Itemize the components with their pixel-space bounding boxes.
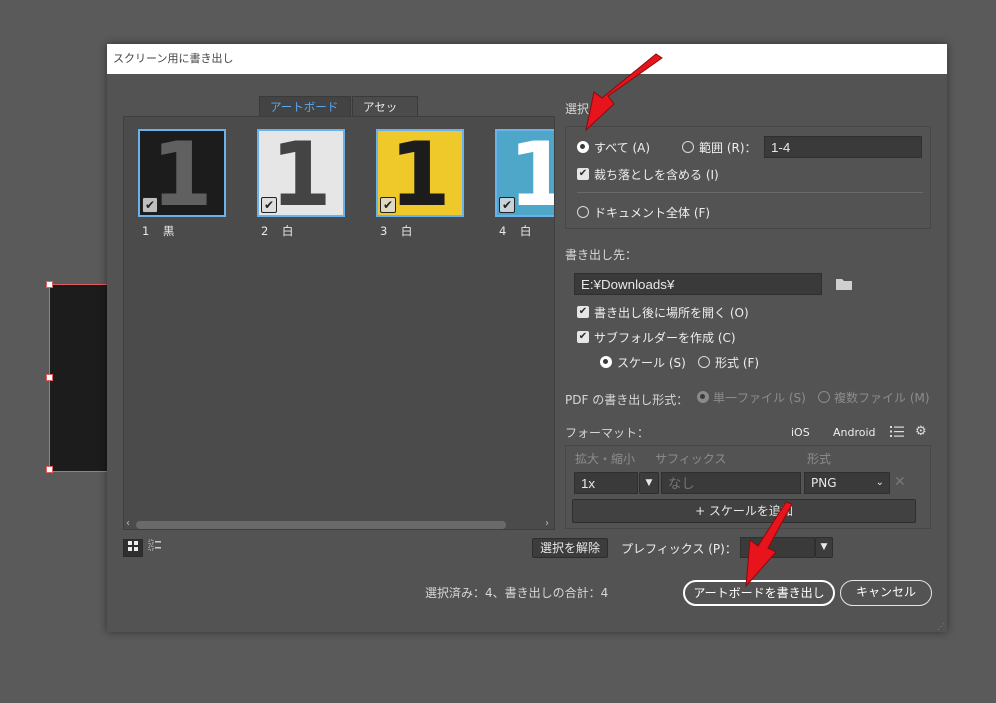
format-select[interactable]: PNG ⌄ [804,472,890,494]
artboard-checkbox[interactable]: ✔ [261,197,277,213]
full-document-label[interactable]: ドキュメント全体 (F) [594,204,710,221]
artboard-thumbnail-panel: 1 ✔ 1 黒 1 ✔ 2 白 1 ✔ 3 白 1 ✔ 4 白 ‹ › [123,116,555,530]
radio-range[interactable] [682,141,694,153]
suffix-input[interactable] [661,472,801,494]
folder-icon[interactable] [835,277,853,294]
open-after-checkbox[interactable]: ✔ [577,306,589,318]
gear-icon[interactable]: ⚙ [915,424,927,439]
artboard-checkbox[interactable]: ✔ [499,197,515,213]
artboard-label: 3 白 [380,224,414,238]
column-scale: 拡大・縮小 [575,452,636,466]
artboard-checkbox[interactable]: ✔ [142,197,158,213]
artboard-checkbox[interactable]: ✔ [380,197,396,213]
add-scale-button[interactable]: + スケールを追加 [572,499,916,523]
deselect-button[interactable]: 選択を解除 [532,538,608,558]
radio-format-label[interactable]: 形式 (F) [715,354,759,371]
tab-artboards[interactable]: アートボード [259,96,351,116]
open-after-label[interactable]: 書き出し後に場所を開く (O) [594,304,749,321]
grid-view-icon[interactable] [123,539,143,557]
resize-grip-icon[interactable]: ⋰ [937,622,945,631]
single-file-label[interactable]: 単一ファイル (S) [713,389,806,406]
export-to-heading: 書き出し先： [565,248,638,262]
tab-assets[interactable]: アセット [352,96,418,134]
prefix-dropdown-button[interactable]: ▼ [815,537,833,558]
android-preset-button[interactable]: Android [833,426,876,439]
artboard-thumbnail[interactable]: 1 ✔ [376,129,464,217]
divider [577,192,923,193]
artboard-thumbnail[interactable]: 1 ✔ [138,129,226,217]
radio-multiple-files[interactable] [818,391,830,403]
radio-all[interactable] [577,141,589,153]
column-format: 形式 [807,452,832,466]
export-for-screens-dialog: スクリーン用に書き出し アートボード アセット 1 ✔ 1 黒 1 ✔ 2 白 … [107,44,947,632]
scroll-right-arrow[interactable]: › [545,518,549,529]
formats-heading: フォーマット： [565,426,650,440]
export-path-input[interactable] [574,273,822,295]
include-bleed-checkbox[interactable]: ✔ [577,168,589,180]
dialog-title: スクリーン用に書き出し [107,44,947,74]
selection-heading: 選択 [565,102,590,116]
list-view-icon[interactable] [145,539,165,557]
radio-full-document[interactable] [577,206,589,218]
prefix-label: プレフィックス (P)： [621,542,737,556]
create-subfolders-label[interactable]: サブフォルダーを作成 (C) [594,329,736,346]
column-suffix: サフィックス [655,452,727,466]
radio-all-label[interactable]: すべて (A) [594,139,650,156]
ios-preset-button[interactable]: iOS [791,426,810,439]
radio-scale-label[interactable]: スケール (S) [617,354,686,371]
artboard-thumbnail[interactable]: 1 ✔ [495,129,554,217]
selection-status: 選択済み：4、書き出しの合計：4 [425,586,609,600]
radio-range-label[interactable]: 範囲 (R)： [699,139,757,156]
export-artboards-button[interactable]: アートボードを書き出し [683,580,835,606]
pdf-format-heading: PDF の書き出し形式： [565,393,689,407]
scale-input[interactable] [574,472,638,494]
canvas-artboard [49,284,108,472]
horizontal-scrollbar[interactable] [136,521,506,529]
create-subfolders-checkbox[interactable]: ✔ [577,331,589,343]
radio-scale[interactable] [600,356,612,368]
list-icon[interactable] [890,425,904,441]
scroll-left-arrow[interactable]: ‹ [126,518,130,529]
artboard-label: 2 白 [261,224,295,238]
selection-handle[interactable] [46,466,53,473]
cancel-button[interactable]: キャンセル [840,580,932,606]
multiple-files-label[interactable]: 複数ファイル (M) [834,389,930,406]
prefix-input[interactable] [740,537,815,558]
chevron-down-icon: ⌄ [875,477,884,488]
radio-format[interactable] [698,356,710,368]
artboard-thumbnail[interactable]: 1 ✔ [257,129,345,217]
artboard-label: 4 白 [499,224,533,238]
range-input[interactable] [764,136,922,158]
radio-single-file[interactable] [697,391,709,403]
artboard-label: 1 黒 [142,224,176,238]
include-bleed-label[interactable]: 裁ち落としを含める (I) [594,166,719,183]
selection-handle[interactable] [46,281,53,288]
scale-dropdown-button[interactable]: ▼ [639,472,659,494]
close-icon[interactable]: ✕ [894,474,906,490]
format-select-value: PNG [811,476,837,490]
selection-handle[interactable] [46,374,53,381]
